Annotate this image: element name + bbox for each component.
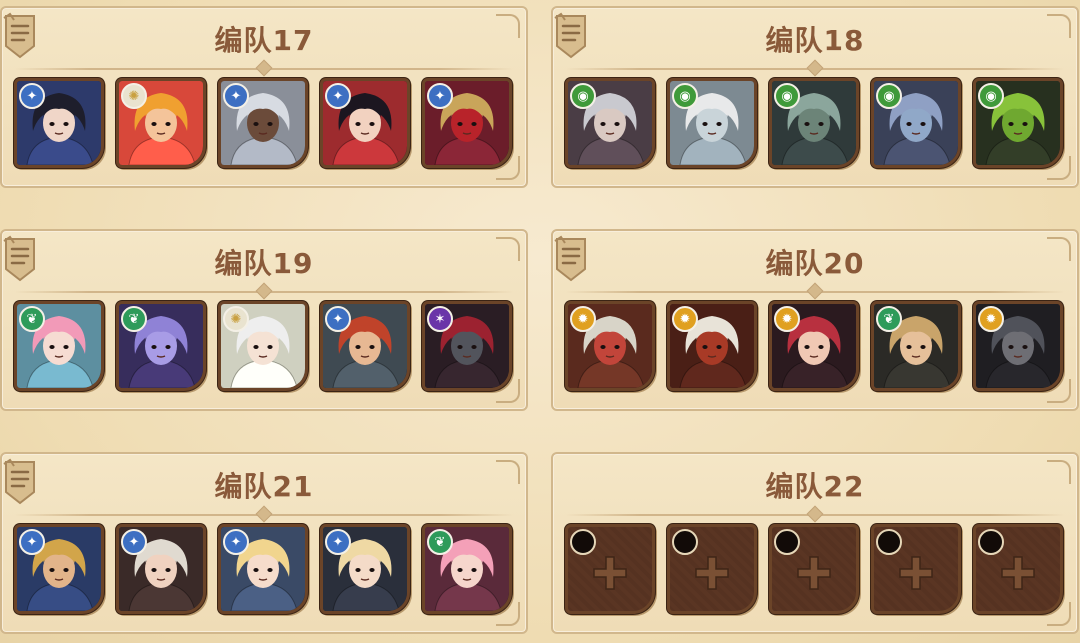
team-panel[interactable]: 编队20 ✹ ✹ ✹ ❦ ✹ <box>551 229 1079 411</box>
wilder-faction-icon: ❦ <box>19 306 45 332</box>
team-panel[interactable]: 编队19 ❦ ❦ ✺ ✦ ✶ <box>0 229 528 411</box>
divider-diamond-icon <box>255 505 273 523</box>
hero-slot[interactable]: ✦ <box>218 78 308 168</box>
lightbearer-faction-icon: ✦ <box>325 529 351 555</box>
divider-diamond-icon <box>806 505 824 523</box>
team-title: 编队18 <box>765 24 865 57</box>
team-title: 编队22 <box>765 470 865 503</box>
team-panel[interactable]: 编队22 <box>551 452 1079 634</box>
maulers-faction-icon: ✹ <box>978 306 1004 332</box>
hero-slot[interactable]: ◉ <box>565 78 655 168</box>
hero-slots: ❦ ❦ ✺ ✦ ✶ <box>14 301 512 391</box>
hero-slot[interactable]: ✹ <box>565 301 655 391</box>
hero-slot[interactable]: ✹ <box>973 301 1063 391</box>
graveborn-faction-icon: ◉ <box>774 83 800 109</box>
add-hero-plus-icon <box>694 555 730 591</box>
empty-faction-dot-icon <box>672 529 698 555</box>
hero-slot[interactable]: ❦ <box>116 301 206 391</box>
divider-diamond-icon <box>255 59 273 77</box>
hero-slot[interactable]: ❦ <box>422 524 512 614</box>
team-panel[interactable]: 编队17 ✦ ✺ ✦ ✦ ✦ <box>0 6 528 188</box>
empty-hero-slot[interactable] <box>973 524 1063 614</box>
team-panel[interactable]: 编队21 ✦ ✦ ✦ ✦ ❦ <box>0 452 528 634</box>
add-hero-plus-icon <box>796 555 832 591</box>
hero-slot[interactable]: ✦ <box>14 78 104 168</box>
add-hero-plus-icon <box>592 555 628 591</box>
hero-slot[interactable]: ✹ <box>667 301 757 391</box>
team-title-row: 编队22 <box>553 464 1077 506</box>
add-hero-plus-icon <box>898 555 934 591</box>
team-panel[interactable]: 编队18 ◉ ◉ ◉ ◉ ◉ <box>551 6 1079 188</box>
wilder-faction-icon: ❦ <box>121 306 147 332</box>
hero-slot[interactable]: ✺ <box>218 301 308 391</box>
hero-slot[interactable]: ✦ <box>320 524 410 614</box>
maulers-faction-icon: ✹ <box>570 306 596 332</box>
empty-faction-dot-icon <box>876 529 902 555</box>
hero-slot[interactable]: ✦ <box>422 78 512 168</box>
empty-faction-dot-icon <box>978 529 1004 555</box>
celestial-faction-icon: ✺ <box>121 83 147 109</box>
team-title: 编队21 <box>214 470 314 503</box>
empty-hero-slot[interactable] <box>871 524 961 614</box>
graveborn-faction-icon: ◉ <box>672 83 698 109</box>
divider-diamond-icon <box>806 282 824 300</box>
hero-slot[interactable]: ✦ <box>320 301 410 391</box>
empty-hero-slot[interactable] <box>667 524 757 614</box>
lightbearer-faction-icon: ✦ <box>223 529 249 555</box>
celestial-faction-icon: ✺ <box>223 306 249 332</box>
wilder-faction-icon: ❦ <box>876 306 902 332</box>
hero-slots: ✦ ✺ ✦ ✦ ✦ <box>14 78 512 168</box>
hero-slot[interactable]: ✦ <box>14 524 104 614</box>
hero-slot[interactable]: ◉ <box>973 78 1063 168</box>
team-title: 编队20 <box>765 247 865 280</box>
hypogean-faction-icon: ✶ <box>427 306 453 332</box>
lightbearer-faction-icon: ✦ <box>325 306 351 332</box>
divider-diamond-icon <box>255 282 273 300</box>
hero-slot[interactable]: ✹ <box>769 301 859 391</box>
team-title-row: 编队20 <box>553 241 1077 283</box>
hero-slot[interactable]: ✶ <box>422 301 512 391</box>
empty-hero-slot[interactable] <box>769 524 859 614</box>
maulers-faction-icon: ✹ <box>672 306 698 332</box>
hero-slot[interactable]: ◉ <box>769 78 859 168</box>
hero-slot[interactable]: ✦ <box>218 524 308 614</box>
graveborn-faction-icon: ◉ <box>978 83 1004 109</box>
hero-slot[interactable]: ✺ <box>116 78 206 168</box>
empty-hero-slot[interactable] <box>565 524 655 614</box>
team-title-row: 编队17 <box>2 18 526 60</box>
hero-slot[interactable]: ❦ <box>871 301 961 391</box>
hero-slots: ✦ ✦ ✦ ✦ ❦ <box>14 524 512 614</box>
graveborn-faction-icon: ◉ <box>876 83 902 109</box>
team-title: 编队19 <box>214 247 314 280</box>
maulers-faction-icon: ✹ <box>774 306 800 332</box>
lightbearer-faction-icon: ✦ <box>325 83 351 109</box>
lightbearer-faction-icon: ✦ <box>19 83 45 109</box>
lightbearer-faction-icon: ✦ <box>427 83 453 109</box>
hero-slot[interactable]: ✦ <box>116 524 206 614</box>
empty-faction-dot-icon <box>774 529 800 555</box>
lightbearer-faction-icon: ✦ <box>121 529 147 555</box>
graveborn-faction-icon: ◉ <box>570 83 596 109</box>
wilder-faction-icon: ❦ <box>427 529 453 555</box>
hero-slot[interactable]: ✦ <box>320 78 410 168</box>
empty-faction-dot-icon <box>570 529 596 555</box>
team-title-row: 编队19 <box>2 241 526 283</box>
add-hero-plus-icon <box>1000 555 1036 591</box>
hero-slots <box>565 524 1063 614</box>
hero-slot[interactable]: ◉ <box>667 78 757 168</box>
hero-slot[interactable]: ❦ <box>14 301 104 391</box>
hero-slots: ◉ ◉ ◉ ◉ ◉ <box>565 78 1063 168</box>
hero-slots: ✹ ✹ ✹ ❦ ✹ <box>565 301 1063 391</box>
team-title-row: 编队18 <box>553 18 1077 60</box>
lightbearer-faction-icon: ✦ <box>223 83 249 109</box>
hero-slot[interactable]: ◉ <box>871 78 961 168</box>
team-title: 编队17 <box>214 24 314 57</box>
team-title-row: 编队21 <box>2 464 526 506</box>
divider-diamond-icon <box>806 59 824 77</box>
lightbearer-faction-icon: ✦ <box>19 529 45 555</box>
